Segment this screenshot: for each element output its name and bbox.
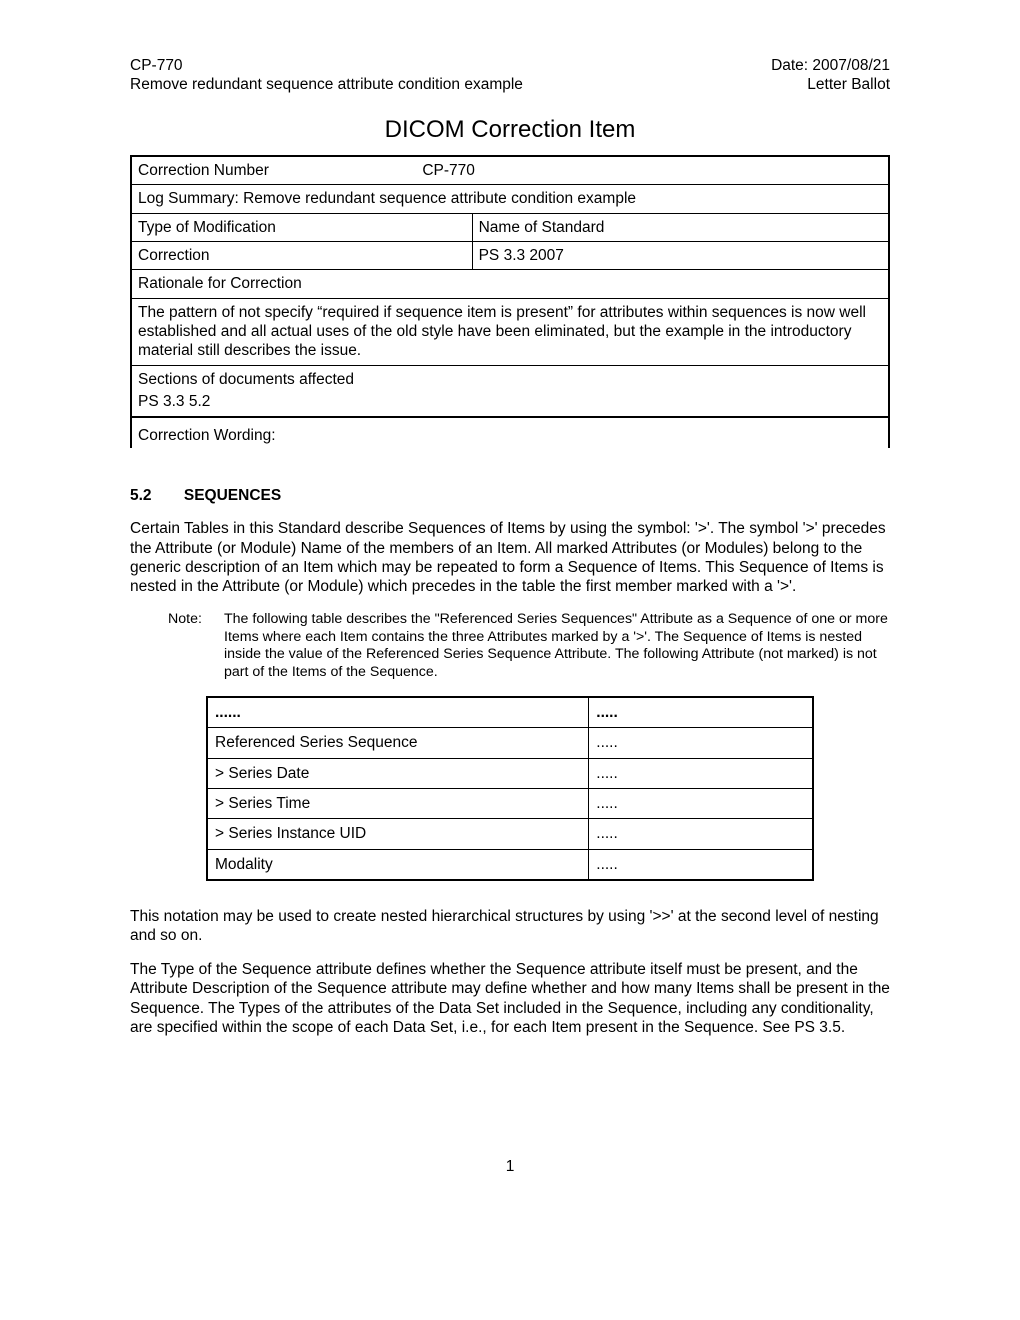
- table-cell: > Series Date: [207, 758, 589, 788]
- name-of-standard-label: Name of Standard: [472, 213, 889, 241]
- rationale-text: The pattern of not specify “required if …: [131, 298, 889, 365]
- table-cell: Modality: [207, 849, 589, 880]
- table-cell: .....: [589, 697, 813, 728]
- log-summary-row: Log Summary: Remove redundant sequence a…: [131, 185, 889, 213]
- note-label: Note:: [168, 611, 224, 682]
- table-row: > Series Time .....: [207, 788, 813, 818]
- section-number: 5.2: [130, 487, 152, 504]
- table-row: ...... .....: [207, 697, 813, 728]
- table-cell: ......: [207, 697, 589, 728]
- table-cell: Referenced Series Sequence: [207, 728, 589, 758]
- note-block: Note: The following table describes the …: [168, 611, 890, 682]
- table-row: > Series Date .....: [207, 758, 813, 788]
- doc-title: DICOM Correction Item: [130, 115, 890, 145]
- table-cell: > Series Instance UID: [207, 819, 589, 849]
- correction-number-value: CP-770: [422, 162, 475, 179]
- header-left-1: CP-770: [130, 56, 183, 75]
- rationale-label: Rationale for Correction: [131, 270, 889, 298]
- para-2: This notation may be used to create nest…: [130, 907, 890, 946]
- header-left-2: Remove redundant sequence attribute cond…: [130, 75, 523, 94]
- table-row: > Series Instance UID .....: [207, 819, 813, 849]
- name-of-standard-value: PS 3.3 2007: [472, 241, 889, 269]
- section-heading: 5.2 SEQUENCES: [130, 486, 890, 505]
- sections-affected-label: Sections of documents affected: [138, 370, 882, 389]
- page: CP-770 Date: 2007/08/21 Remove redundant…: [0, 0, 1020, 1320]
- note-text: The following table describes the "Refer…: [224, 611, 890, 682]
- type-of-mod-label: Type of Modification: [131, 213, 472, 241]
- table-cell: .....: [589, 819, 813, 849]
- table-cell: .....: [589, 758, 813, 788]
- table-cell: .....: [589, 728, 813, 758]
- header-line-1: CP-770 Date: 2007/08/21: [130, 56, 890, 75]
- correction-wording-row: Correction Wording:: [130, 418, 890, 448]
- page-number: 1: [130, 1157, 890, 1176]
- header-right-1: Date: 2007/08/21: [771, 56, 890, 75]
- section-title: SEQUENCES: [184, 487, 281, 504]
- para-3: The Type of the Sequence attribute defin…: [130, 960, 890, 1038]
- sections-affected-value: PS 3.3 5.2: [138, 392, 882, 411]
- header-line-2: Remove redundant sequence attribute cond…: [130, 75, 890, 94]
- sections-affected-cell: Sections of documents affected PS 3.3 5.…: [131, 365, 889, 416]
- header-right-2: Letter Ballot: [807, 75, 890, 94]
- table-cell: .....: [589, 788, 813, 818]
- sequence-example-table: ...... ..... Referenced Series Sequence …: [206, 696, 814, 881]
- correction-number-label: Correction Number: [138, 161, 418, 180]
- table-cell: > Series Time: [207, 788, 589, 818]
- table-row: Referenced Series Sequence .....: [207, 728, 813, 758]
- correction-number-row: Correction Number CP-770: [131, 156, 889, 185]
- table-row: Modality .....: [207, 849, 813, 880]
- table-cell: .....: [589, 849, 813, 880]
- para-1: Certain Tables in this Standard describe…: [130, 519, 890, 597]
- info-table: Correction Number CP-770 Log Summary: Re…: [130, 155, 890, 418]
- type-of-mod-value: Correction: [131, 241, 472, 269]
